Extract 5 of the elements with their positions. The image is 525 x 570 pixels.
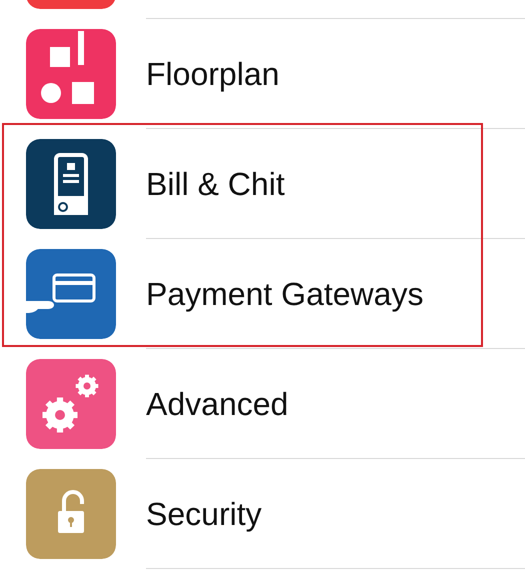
menu-item[interactable]: Advanced — [146, 388, 288, 420]
menu-item[interactable]: Floorplan — [146, 58, 280, 90]
menu-item[interactable]: Bill & Chit — [146, 168, 285, 200]
menu-item[interactable]: Security — [146, 498, 262, 530]
menu-item[interactable]: Payment Gateways — [146, 278, 424, 310]
